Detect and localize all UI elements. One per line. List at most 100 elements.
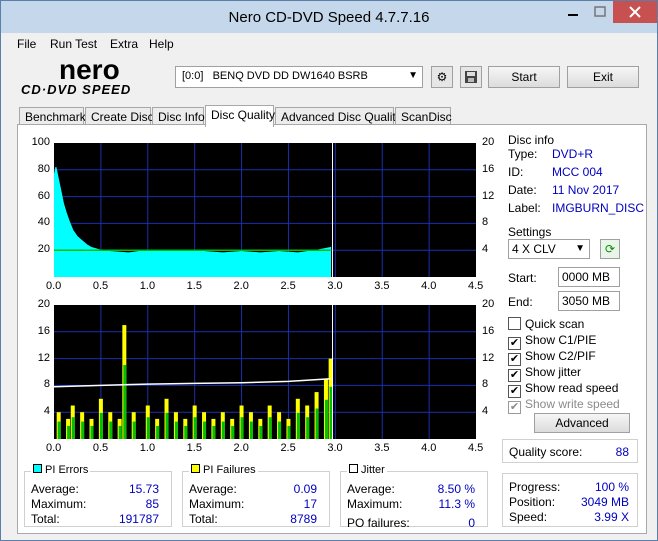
- pi-failures-bar-base: [118, 425, 122, 439]
- menu-extra[interactable]: Extra: [110, 37, 138, 51]
- refresh-speed-button[interactable]: ⟳: [600, 239, 620, 259]
- x-tick-label: 3.5: [374, 280, 390, 292]
- disc-type-label: Type:: [508, 147, 538, 161]
- x-tick-label: 4.0: [421, 280, 437, 292]
- pi-errors-max-label: Maximum:: [31, 497, 87, 511]
- start-input[interactable]: 0000 MB: [558, 267, 620, 287]
- x-tick-label: 1.0: [139, 442, 156, 454]
- x-tick-label: 1.5: [186, 442, 202, 454]
- show-c2-label: Show C2/PIF: [525, 349, 596, 363]
- exit-button[interactable]: Exit: [567, 66, 639, 88]
- pi-failures-bar-base: [99, 412, 103, 439]
- pi-failures-total-value: 8789: [290, 512, 317, 526]
- menu-file[interactable]: File: [17, 37, 36, 51]
- show-jitter-label: Show jitter: [525, 365, 582, 379]
- tab-disc-quality[interactable]: Disc Quality: [205, 105, 275, 127]
- pi-failures-plot: [53, 305, 476, 439]
- show-write-speed-label: Show write speed: [525, 397, 620, 411]
- x-tick-label: 0.5: [92, 280, 109, 292]
- refresh-icon: ⟳: [604, 242, 616, 256]
- close-button[interactable]: [613, 1, 657, 23]
- y-tick-label: 12: [37, 351, 50, 364]
- pi-failures-bar-base: [324, 399, 328, 439]
- pi-failures-bar-base: [90, 425, 94, 439]
- x-tick-label: 4.5: [468, 280, 484, 292]
- logo-product: CD·DVD SPEED: [21, 82, 131, 97]
- pi-failures-bar-base: [240, 417, 244, 439]
- app-window: Nero CD-DVD Speed 4.7.7.16 File Run Test…: [0, 0, 658, 541]
- pi-errors-plot: [53, 143, 476, 278]
- disc-info-title: Disc info: [508, 133, 555, 147]
- menu-help[interactable]: Help: [149, 37, 174, 51]
- pi-errors-title-text: PI Errors: [45, 464, 89, 476]
- pi-failures-bar-base: [146, 417, 150, 439]
- floppy-icon: [465, 71, 477, 83]
- x-tick-label: 1.5: [186, 280, 202, 292]
- show-read-speed-checkbox[interactable]: ✔ Show read speed: [508, 381, 618, 398]
- y2-tick-label: 12: [482, 351, 495, 364]
- pi-failures-stats: PI Failures Average: 0.09 Maximum: 17 To…: [182, 464, 330, 527]
- pi-failures-bar-base: [123, 364, 127, 439]
- y2-tick-label: 20: [482, 298, 495, 310]
- disc-info-group: Disc info Type: DVD+R ID: MCC 004 Date: …: [502, 133, 644, 217]
- end-input[interactable]: 3050 MB: [558, 291, 620, 311]
- show-c1-label: Show C1/PIE: [525, 333, 597, 347]
- pi-failures-bar-base: [81, 421, 85, 439]
- pi-failures-chart: [53, 305, 476, 439]
- pi-failures-bar-base: [306, 417, 310, 439]
- y2-tick-label: 8: [482, 378, 489, 391]
- drive-select-value: [0:0] BENQ DVD DD DW1640 BSRB: [182, 70, 368, 82]
- pi-failures-bar-base: [259, 425, 263, 439]
- disc-id-value: MCC 004: [552, 165, 603, 179]
- speed-value: 3.99 X: [594, 510, 629, 524]
- y-tick-label: 20: [37, 243, 50, 256]
- speed-label: Speed:: [509, 510, 548, 524]
- y-tick-label: 100: [31, 136, 50, 148]
- show-jitter-checkbox[interactable]: ✔ Show jitter: [508, 365, 581, 382]
- y-tick-label: 80: [37, 162, 50, 175]
- show-c2-checkbox[interactable]: ✔ Show C2/PIF: [508, 349, 596, 366]
- y2-tick-label: 16: [482, 162, 495, 175]
- speed-select-value: 4 X CLV: [512, 242, 556, 256]
- pi-errors-max-value: 85: [145, 497, 159, 511]
- pi-failures-legend-swatch: [191, 464, 200, 473]
- save-button[interactable]: [460, 66, 482, 88]
- drive-select[interactable]: [0:0] BENQ DVD DD DW1640 BSRB ▼: [175, 66, 423, 88]
- pi-failures-bar-base: [221, 421, 225, 439]
- pi-failures-bar-base: [71, 417, 75, 439]
- minimize-button[interactable]: [559, 1, 587, 23]
- show-c1-checkbox[interactable]: ✔ Show C1/PIE: [508, 333, 596, 350]
- x-tick-label: 2.0: [233, 280, 249, 292]
- maximize-button[interactable]: [587, 1, 613, 23]
- x-tick-label: 0.5: [92, 442, 109, 454]
- pi-failures-bar-base: [109, 421, 113, 439]
- x-tick-label: 3.0: [327, 280, 343, 292]
- pi-failures-bar-base: [156, 425, 160, 439]
- pi-errors-legend-swatch: [33, 464, 42, 473]
- pi-failures-bar-base: [184, 425, 188, 439]
- x-tick-label: 3.5: [374, 442, 390, 454]
- menu-run-test[interactable]: Run Test: [50, 37, 97, 51]
- jitter-stats-title: Jitter: [347, 464, 387, 476]
- position-value: 3049 MB: [580, 495, 629, 509]
- x-tick-label: 1.0: [139, 280, 156, 292]
- maximize-icon: [594, 6, 606, 17]
- disc-id-label: ID:: [508, 165, 524, 179]
- quick-scan-checkbox[interactable]: Quick scan: [508, 317, 584, 331]
- y2-tick-label: 16: [482, 324, 495, 337]
- progress-label: Progress:: [509, 480, 561, 494]
- y-tick-label: 60: [37, 189, 50, 202]
- pi-failures-bar-base: [296, 412, 300, 439]
- drive-settings-button[interactable]: ⚙: [431, 66, 453, 88]
- start-button[interactable]: Start: [488, 66, 560, 88]
- po-failures-label: PO failures:: [347, 516, 410, 530]
- x-tick-label: 0.0: [46, 280, 62, 292]
- pi-failures-bar-base: [67, 425, 71, 439]
- pi-failures-avg-value: 0.09: [293, 482, 317, 496]
- speed-select[interactable]: 4 X CLV ▼: [508, 239, 590, 259]
- progress-value: 100 %: [594, 480, 629, 494]
- advanced-button[interactable]: Advanced: [534, 413, 630, 433]
- checkbox-unchecked-icon: [508, 317, 521, 330]
- y2-tick-label: 4: [482, 405, 489, 418]
- pi-failures-bar-base: [174, 421, 178, 439]
